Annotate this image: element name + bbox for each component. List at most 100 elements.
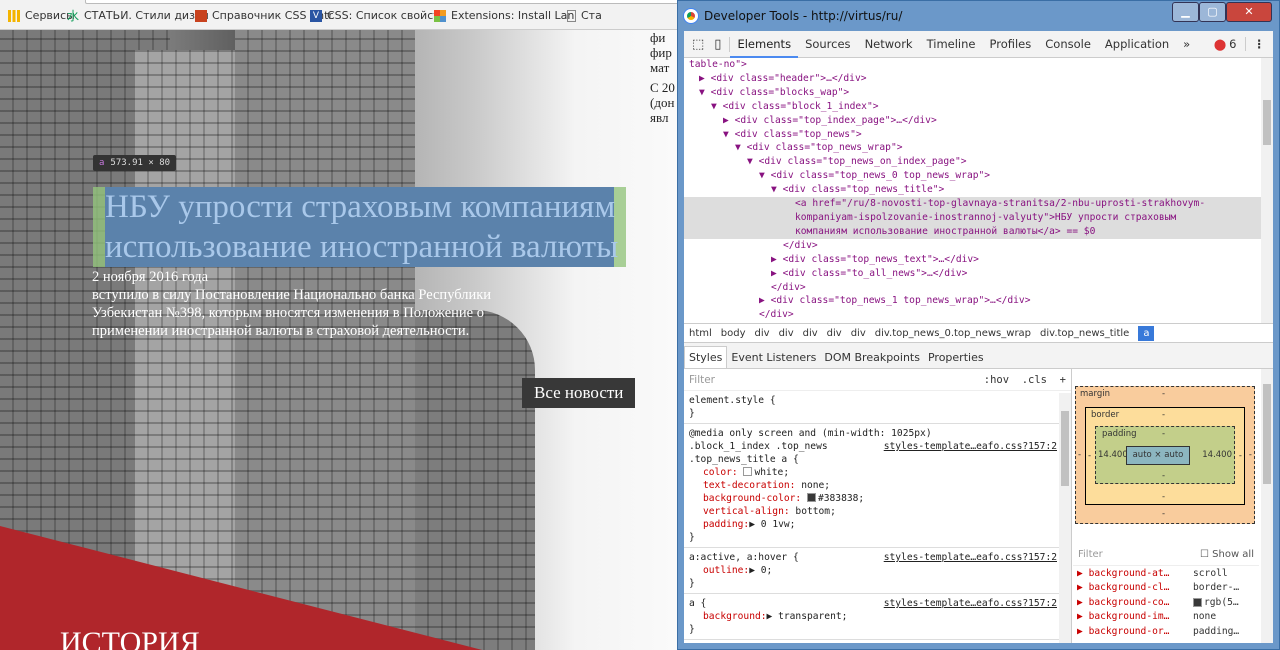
subtab-event-listeners[interactable]: Event Listeners: [727, 347, 820, 368]
bookmark-services[interactable]: Сервисы: [8, 9, 75, 22]
bookmark-page[interactable]: Ста: [567, 9, 602, 22]
dom-node[interactable]: </div>: [684, 308, 1273, 322]
bookmark-label: CSS: Список свойств: [327, 9, 447, 22]
styles-filter-input[interactable]: Filter: [689, 374, 715, 386]
crumb-item[interactable]: div.top_news_0.top_news_wrap: [875, 328, 1031, 339]
bookmark-css-properties[interactable]: V CSS: Список свойств: [310, 9, 446, 22]
box-margin: margin - -- - border - -- - padding - 14.40…: [1075, 386, 1255, 524]
crumb-item[interactable]: body: [721, 328, 746, 339]
dom-node[interactable]: ▼ <div class="top_news">: [684, 128, 1273, 142]
computed-filter-input[interactable]: Filter: [1078, 549, 1103, 560]
devtools-titlebar: Developer Tools - http://virtus/ru/ ▁ ▢ …: [678, 1, 1279, 31]
dom-node[interactable]: ▼ <div class="top_news_0 top_news_wrap">: [684, 169, 1273, 183]
crumb-item[interactable]: div: [827, 328, 842, 339]
htmlbook-favicon-icon: [195, 9, 207, 22]
source-link[interactable]: styles-template…eafo.css?157:2: [884, 551, 1057, 564]
dom-node[interactable]: ▼ <div class="block_1_index">: [684, 100, 1273, 114]
bookmark-extensions[interactable]: Extensions: Install Lan: [434, 9, 574, 22]
device-mode-icon[interactable]: ▯: [712, 36, 731, 52]
apps-grid-icon: [8, 9, 20, 22]
hov-toggle[interactable]: :hov: [984, 374, 1009, 386]
tab-network[interactable]: Network: [858, 31, 920, 58]
web-page: фи фир мат С 20 (дон явл a 573.91 × 80 НБУ уп…: [0, 30, 677, 650]
cls-toggle[interactable]: .cls: [1022, 374, 1047, 386]
article-text-fragment: фи фир мат С 20 (дон явл: [650, 30, 675, 125]
inspect-tooltip: a 573.91 × 80: [93, 155, 177, 171]
error-count[interactable]: 6: [1226, 37, 1246, 51]
dom-node[interactable]: ▼ <div class="top_news_on_index_page">: [684, 155, 1273, 169]
box-border: border - -- - padding - 14.400 14.400 - aut…: [1085, 407, 1245, 505]
dom-node[interactable]: ▼ <div class="top_news_title">: [684, 183, 1273, 197]
source-link[interactable]: styles-template…eafo.css?157:2: [884, 440, 1057, 453]
news-title-link[interactable]: НБУ упрости страховым компаниям использо…: [93, 187, 633, 267]
dom-node[interactable]: ▶ <div class="top_index_page">…</div>: [684, 114, 1273, 128]
subtab-properties[interactable]: Properties: [924, 347, 988, 368]
tab-console[interactable]: Console: [1038, 31, 1098, 58]
computed-row[interactable]: ▶ background-cl… border-…: [1073, 581, 1259, 596]
inspect-element-icon[interactable]: ⬚: [684, 37, 712, 52]
breadcrumb: html body div div div div div div.top_ne…: [684, 323, 1273, 343]
crumb-item[interactable]: div: [779, 328, 794, 339]
close-button[interactable]: ✕: [1226, 2, 1272, 22]
devtools-window: Developer Tools - http://virtus/ru/ ▁ ▢ …: [677, 0, 1280, 650]
computed-row[interactable]: ▶ background-at… scroll: [1073, 566, 1259, 581]
computed-row[interactable]: ▶ background-co… rgb(5…: [1073, 595, 1259, 610]
computed-row[interactable]: ▶ background-im… none: [1073, 610, 1259, 625]
dom-node[interactable]: table-no">: [684, 58, 1273, 72]
styles-scrollbar[interactable]: [1059, 393, 1071, 643]
bookmark-label: Ста: [581, 9, 602, 22]
dom-node[interactable]: </div>: [684, 239, 1273, 253]
news-text: вступило в силу Постановление Национальн…: [92, 287, 492, 339]
crumb-item-selected[interactable]: a: [1138, 325, 1155, 341]
crumb-item[interactable]: div: [851, 328, 866, 339]
dom-node[interactable]: ▶ <div class="top_news_text">…</div>: [684, 253, 1273, 267]
tab-sources[interactable]: Sources: [798, 31, 858, 58]
tab-application[interactable]: Application: [1098, 31, 1176, 58]
menu-kebab-icon[interactable]: ⋮: [1246, 37, 1274, 51]
all-news-button[interactable]: Все новости: [522, 378, 636, 408]
box-scrollbar[interactable]: [1261, 369, 1273, 643]
computed-row[interactable]: ▶ background-or… padding…: [1073, 624, 1259, 639]
source-link[interactable]: styles-template…eafo.css?157:2: [884, 597, 1057, 610]
chrome-logo-icon: [684, 9, 698, 23]
box-model-pane: margin - -- - border - -- - padding - 14.40…: [1073, 369, 1273, 643]
color-swatch[interactable]: [806, 493, 816, 502]
new-rule-button[interactable]: +: [1060, 374, 1066, 386]
dom-node-selected[interactable]: <a href="/ru/8-novosti-top-glavnaya-stra…: [684, 197, 1273, 239]
crumb-item[interactable]: div: [803, 328, 818, 339]
color-swatch[interactable]: [743, 467, 753, 476]
box-padding: padding - 14.400 14.400 - auto × auto: [1095, 426, 1235, 484]
dom-scrollbar[interactable]: [1261, 58, 1273, 323]
tab-elements[interactable]: Elements: [730, 31, 799, 58]
tab-profiles[interactable]: Profiles: [983, 31, 1039, 58]
style-rule: @media only screen and (min-width: 1025p…: [684, 424, 1071, 548]
subtab-dom-breakpoints[interactable]: DOM Breakpoints: [820, 347, 924, 368]
show-all-checkbox[interactable]: ☐ Show all: [1200, 549, 1254, 560]
window-title: Developer Tools - http://virtus/ru/: [704, 9, 903, 23]
history-heading: ИСТОРИЯ: [60, 626, 200, 650]
dom-node[interactable]: </div>: [684, 281, 1273, 295]
style-rule: a {styles-template…eafo.css?157:2 backgr…: [684, 594, 1071, 640]
more-tabs-button[interactable]: »: [1176, 31, 1197, 58]
page-icon: [567, 9, 576, 22]
dom-node[interactable]: ▶ <div class="header">…</div>: [684, 72, 1273, 86]
dom-node[interactable]: ▼ <div class="blocks_wap">: [684, 86, 1273, 100]
bookmark-articles[interactable]: ⽔ СТАТЬИ. Стили дизай: [67, 9, 209, 22]
maximize-button[interactable]: ▢: [1199, 2, 1226, 22]
subtab-styles[interactable]: Styles: [684, 346, 728, 368]
tab-timeline[interactable]: Timeline: [920, 31, 983, 58]
error-icon: ⬤: [1213, 37, 1227, 51]
style-rule: element.style {}: [684, 391, 1071, 424]
bookmark-label: Extensions: Install Lan: [451, 9, 575, 22]
news-title-highlight: НБУ упрости страховым компаниям использо…: [93, 187, 626, 267]
building-image: [415, 310, 535, 650]
styles-subtabs: Styles Event Listeners DOM Breakpoints P…: [684, 343, 1273, 369]
dom-node[interactable]: ▼ <div class="top_news_wrap">: [684, 141, 1273, 155]
crumb-item[interactable]: div.top_news_title: [1040, 328, 1129, 339]
minimize-button[interactable]: ▁: [1172, 2, 1199, 22]
crumb-item[interactable]: html: [689, 328, 712, 339]
dom-node[interactable]: ▶ <div class="to_all_news">…</div>: [684, 267, 1273, 281]
news-summary: 2 ноября 2016 года вступило в силу Поста…: [92, 268, 522, 340]
dom-node[interactable]: ▶ <div class="top_news_1 top_news_wrap">…: [684, 294, 1273, 308]
crumb-item[interactable]: div: [755, 328, 770, 339]
